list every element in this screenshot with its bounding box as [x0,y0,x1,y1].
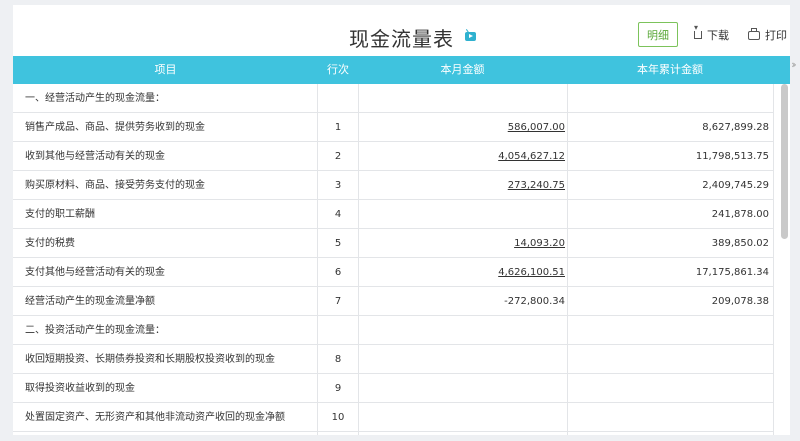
table-row: 二、投资活动产生的现金流量： [13,316,773,345]
row-year-amount [567,374,769,403]
table-row: 处置固定资产、无形资产和其他非流动资产收回的现金净额 10 [13,403,773,432]
double-chevron-right-icon[interactable]: ›› [791,58,797,71]
row-item-label: 取得投资收益收到的现金 [25,383,135,394]
row-year-amount: 17,175,861.34 [695,267,769,278]
table-row: 购买原材料、商品、接受劳务支付的现金 3 273,240.75 2,409,745.2… [13,171,773,200]
print-button[interactable]: 打印 [748,27,787,43]
table-row: 支付的税费 5 14,093.20 389,850.02 [13,229,773,258]
row-month-amount [358,84,565,113]
row-month-amount[interactable]: 14,093.20 [358,229,565,258]
row-month-amount [358,374,565,403]
table-row: 经营活动产生的现金流量净额 7 -272,800.34 209,078.38 [13,287,773,316]
month-amount-link[interactable]: 14,093.20 [514,238,565,249]
tv-icon[interactable] [465,32,476,41]
table-row: 支付的职工薪酬 4 241,878.00 [13,200,773,229]
row-year-amount: 241,878.00 [711,209,769,220]
detail-button[interactable]: 明细 [638,22,678,47]
row-item-label: 经营活动产生的现金流量净额 [25,296,155,307]
row-line-no: 10 [331,412,345,423]
row-month-amount[interactable]: 273,240.75 [358,171,565,200]
row-line-no: 3 [334,180,342,191]
table-row: 销售产成品、商品、提供劳务收到的现金 1 586,007.00 8,627,899.2… [13,113,773,142]
row-year-amount: 389,850.02 [711,238,769,249]
row-month-amount [358,345,565,374]
table-row: 收回短期投资、长期债券投资和长期股权投资收到的现金 8 [13,345,773,374]
row-year-amount: 11,798,513.75 [695,151,769,162]
row-line-no: 5 [334,238,342,249]
header-item: 项目 [154,63,177,76]
row-item-label: 支付的税费 [25,238,75,249]
print-icon [748,27,760,40]
col-divider [567,84,568,435]
vertical-scrollbar-thumb[interactable] [781,84,788,239]
month-amount-link[interactable]: 4,054,627.12 [498,151,565,162]
table-row: 一、经营活动产生的现金流量： [13,84,773,113]
row-item-label: 收回短期投资、长期债券投资和长期股权投资收到的现金 [25,354,275,365]
month-amount-link[interactable]: 586,007.00 [508,122,565,133]
row-line-no: 4 [334,209,342,220]
row-year-amount [567,316,769,345]
download-label: 下载 [707,29,729,42]
row-line-no [318,316,358,345]
row-month-amount[interactable]: 4,626,100.51 [358,258,565,287]
row-line-no: 1 [334,122,342,133]
col-divider [317,84,318,435]
row-item-label: 支付其他与经营活动有关的现金 [25,267,165,278]
table-row: 收到其他与经营活动有关的现金 2 4,054,627.12 11,798,513.75 [13,142,773,171]
table-header: 项目 行次 本月金额 本年累计金额 [13,56,790,84]
month-amount-link[interactable]: 273,240.75 [508,180,565,191]
row-item-label: 一、经营活动产生的现金流量： [25,93,165,104]
row-year-amount [567,403,769,432]
header-year-amount: 本年累计金额 [637,63,703,76]
row-month-amount[interactable]: 586,007.00 [358,113,565,142]
table-row: 支付其他与经营活动有关的现金 6 4,626,100.51 17,175,861.34 [13,258,773,287]
row-line-no: 7 [334,296,342,307]
row-line-no [318,84,358,113]
row-line-no: 6 [334,267,342,278]
row-year-amount [567,345,769,374]
row-year-amount [567,84,769,113]
row-line-no: 9 [334,383,342,394]
table-body[interactable]: 处置固定资产、无形资产和其他非流动资产收回的现金净额 10 取得投资收益收到的现金 9… [13,84,790,435]
report-title: 现金流量表 [349,27,454,51]
row-year-amount: 8,627,899.28 [702,122,769,133]
row-year-amount: 2,409,745.29 [702,180,769,191]
table-row: 取得投资收益收到的现金 9 [13,374,773,403]
row-month-amount [358,316,565,345]
row-line-no: 8 [334,354,342,365]
print-label: 打印 [765,29,787,42]
report-panel: 现金流量表 明细 下载 打印 项目 行次 本月金额 本年累计金额 处置固定资产、… [13,5,790,435]
col-divider [358,84,359,435]
header-line-no: 行次 [327,63,349,76]
download-button[interactable]: 下载 [694,23,729,43]
row-item-label: 销售产成品、商品、提供劳务收到的现金 [25,122,205,133]
col-divider [773,84,774,435]
row-month-amount: -272,800.34 [504,296,565,307]
row-month-amount [358,200,565,229]
row-item-label: 二、投资活动产生的现金流量： [25,325,165,336]
row-year-amount: 209,078.38 [711,296,769,307]
header-month-amount: 本月金额 [440,63,485,76]
report-title-wrap: 现金流量表 [349,23,476,52]
row-month-amount [358,403,565,432]
row-item-label: 购买原材料、商品、接受劳务支付的现金 [25,180,205,191]
row-month-amount[interactable]: 4,054,627.12 [358,142,565,171]
month-amount-link[interactable]: 4,626,100.51 [498,267,565,278]
row-item-label: 支付的职工薪酬 [25,209,95,220]
row-item-label: 处置固定资产、无形资产和其他非流动资产收回的现金净额 [25,412,285,423]
row-line-no: 2 [334,151,342,162]
download-icon [694,23,702,39]
row-item-label: 收到其他与经营活动有关的现金 [25,151,165,162]
